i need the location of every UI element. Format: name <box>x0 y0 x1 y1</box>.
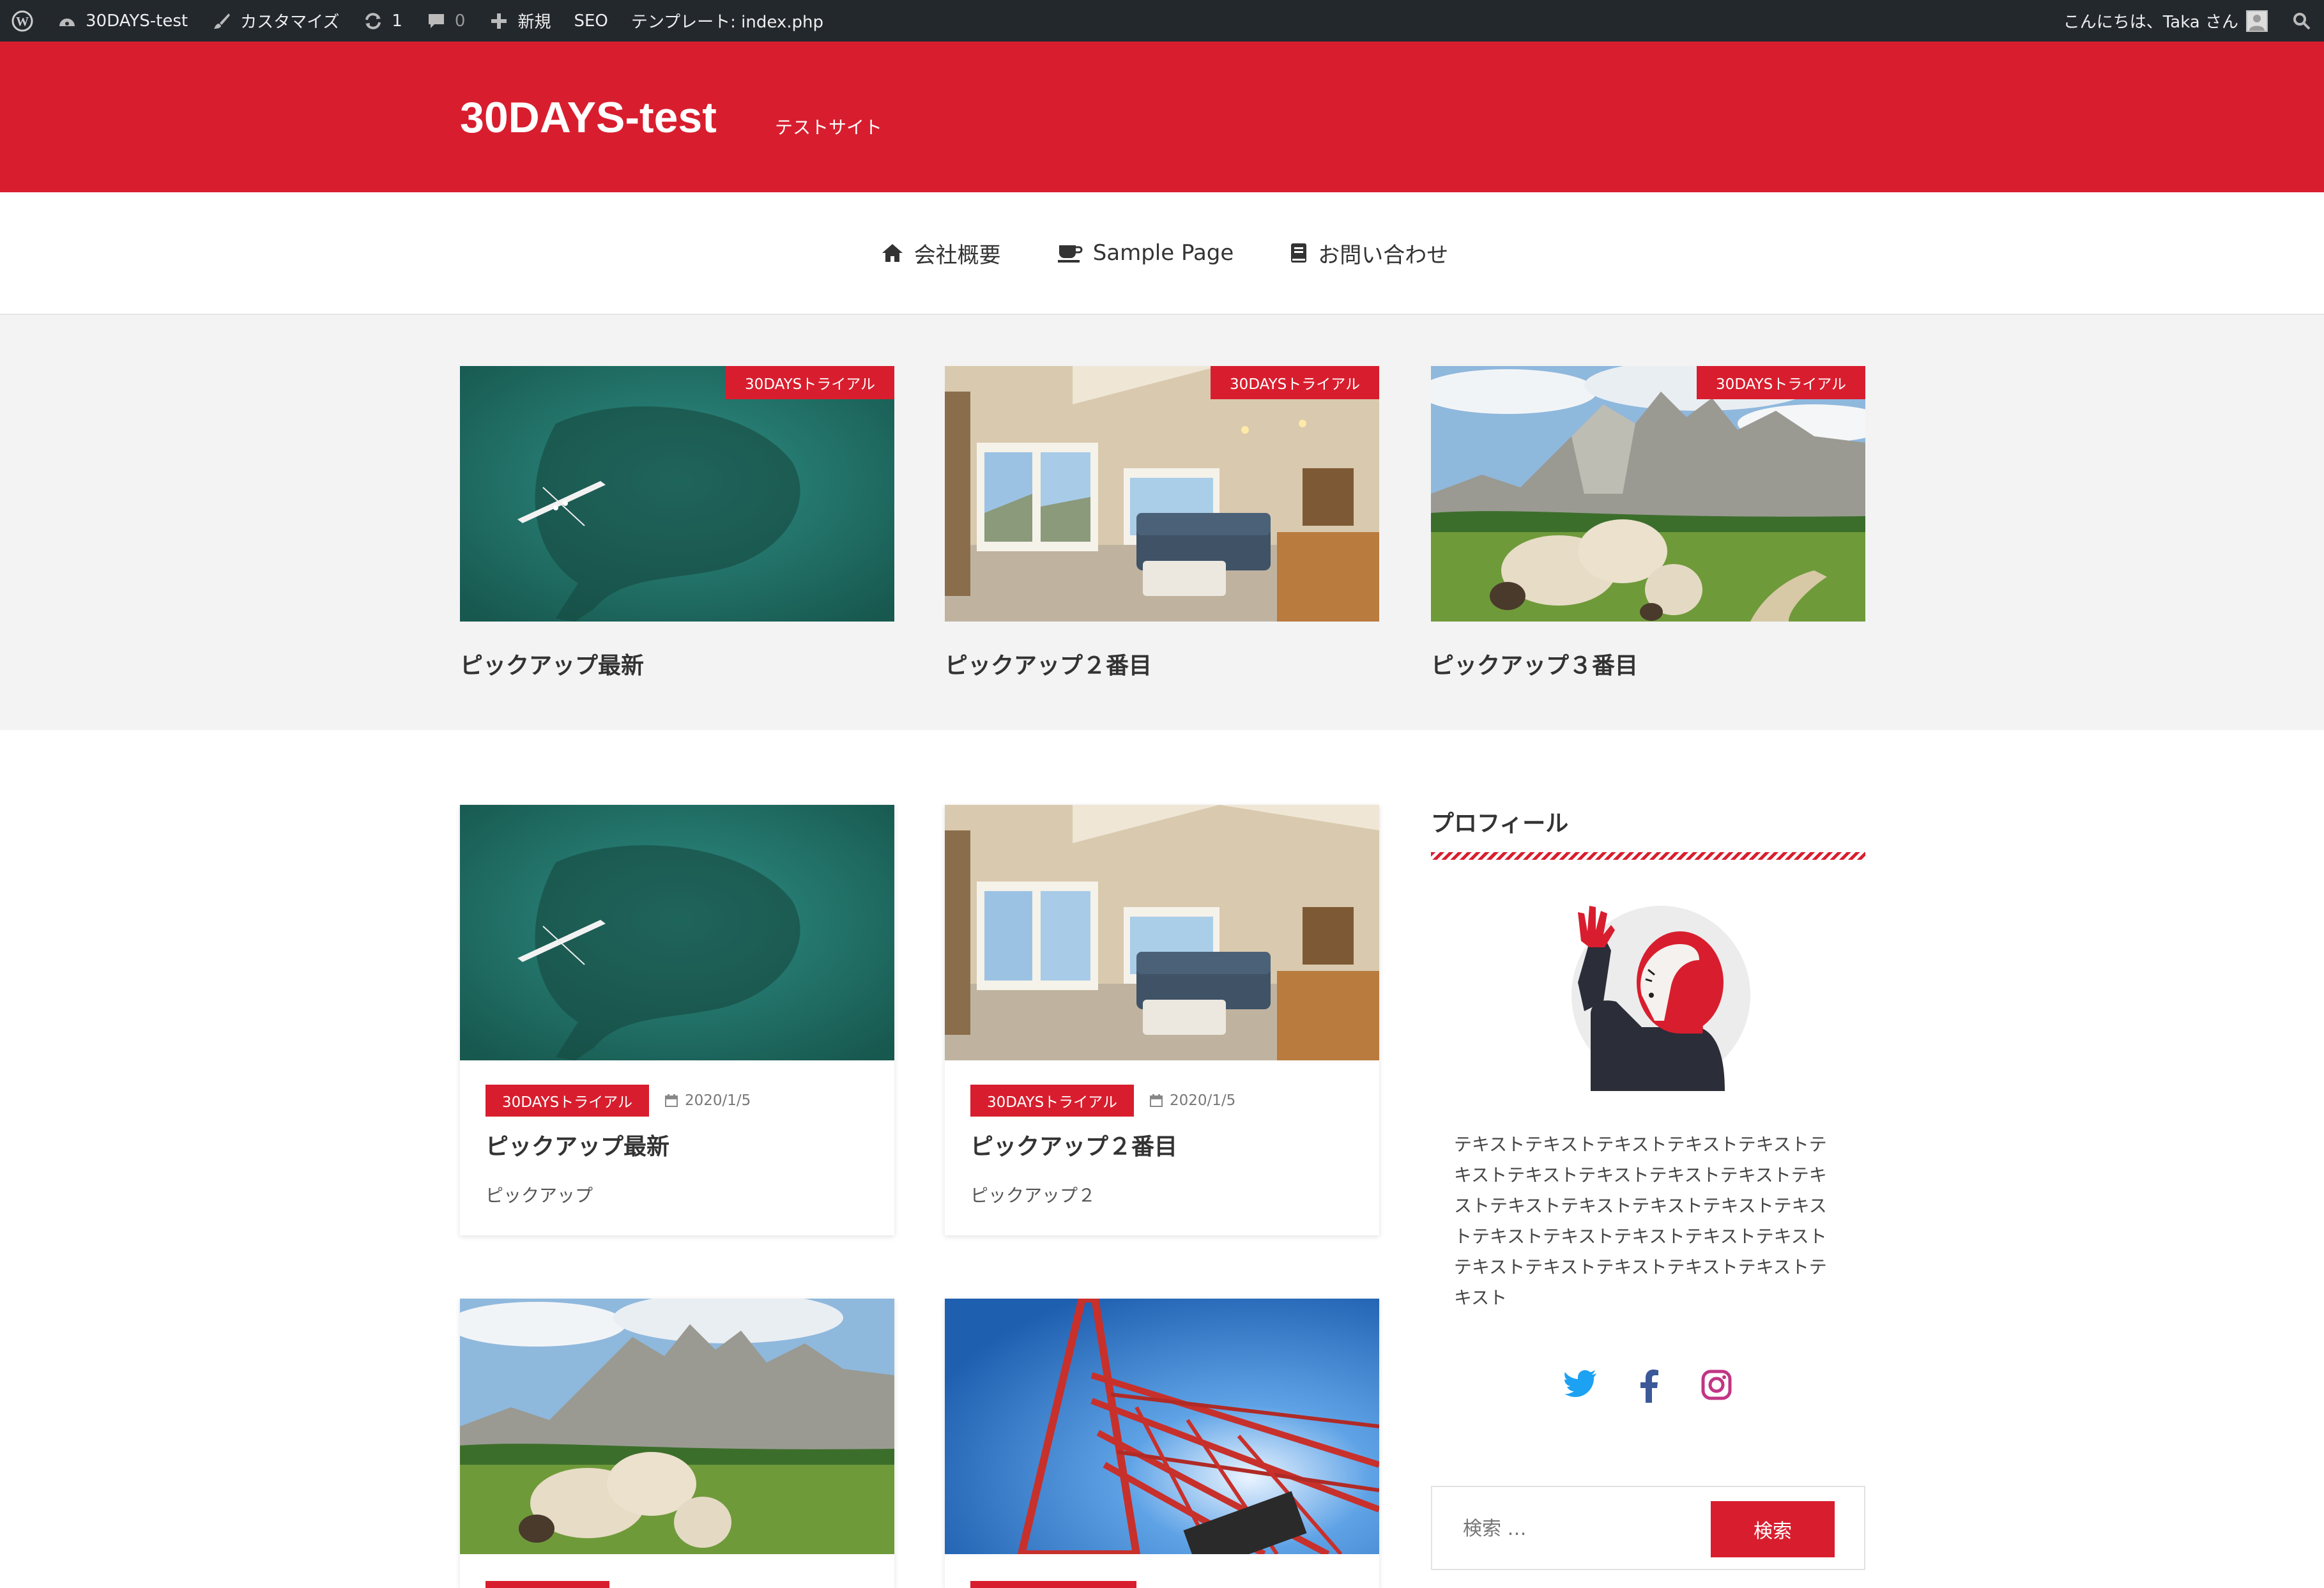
comments-link[interactable]: 0 <box>414 0 477 42</box>
nav-item-label: 会社概要 <box>914 242 1001 268</box>
whale-kayak-image: 30DAYSトライアル <box>460 366 894 622</box>
coffee-icon <box>1057 245 1083 263</box>
twitter-icon[interactable] <box>1564 1370 1598 1405</box>
svg-text:W: W <box>16 15 29 29</box>
pickup-item[interactable]: 30DAYSトライアル ピックアップ最新 <box>460 366 894 680</box>
home-icon <box>882 244 903 262</box>
pickup-title[interactable]: ピックアップ２番目 <box>945 647 1379 680</box>
refresh-icon <box>362 10 384 32</box>
admin-site-name[interactable]: 30DAYS-test <box>45 0 199 42</box>
facebook-icon[interactable] <box>1640 1370 1659 1405</box>
greeting-label: こんにちは、Taka さん <box>2063 13 2238 32</box>
calendar-icon <box>1149 1094 1163 1107</box>
wordpress-logo-icon: W <box>11 10 33 32</box>
customize-link[interactable]: カスタマイズ <box>199 0 351 42</box>
instagram-icon[interactable] <box>1701 1370 1732 1405</box>
sheep-mountains-image <box>460 1299 894 1554</box>
site-title[interactable]: 30DAYS-test <box>460 93 717 142</box>
category-badge[interactable] <box>485 1581 609 1588</box>
search-icon <box>2291 10 2313 32</box>
admin-site-name-label: 30DAYS-test <box>86 11 188 31</box>
profile-text: テキストテキストテキストテキストテキストテキストテキストテキストテキストテキスト… <box>1454 1134 1827 1308</box>
post-card[interactable]: 30DAYSトライアル 2020/1/5 ピックアップ２番目 ピックアップ２ <box>945 805 1379 1235</box>
post-card[interactable] <box>460 1299 894 1588</box>
living-room-image: 30DAYSトライアル <box>945 366 1379 622</box>
updates-link[interactable]: 1 <box>351 0 414 42</box>
post-meta: 30DAYSトライアル 2020/1/5 <box>460 1060 894 1117</box>
social-links <box>1431 1370 1865 1405</box>
category-badge[interactable] <box>970 1581 1136 1588</box>
site-tagline: テストサイト <box>775 117 883 138</box>
template-info[interactable]: テンプレート: index.php <box>620 0 835 42</box>
nav-item-sample-page[interactable]: Sample Page <box>1052 240 1234 266</box>
post-card[interactable] <box>945 1299 1379 1588</box>
avatar <box>2246 10 2268 32</box>
pickup-title[interactable]: ピックアップ最新 <box>460 647 894 680</box>
calendar-icon <box>664 1094 678 1107</box>
category-badge[interactable]: 30DAYSトライアル <box>485 1085 649 1117</box>
whale-kayak-image <box>460 805 894 1060</box>
living-room-image <box>945 805 1379 1060</box>
post-date: 2020/1/5 <box>664 1092 751 1109</box>
new-label: 新規 <box>517 13 551 32</box>
seo-link[interactable]: SEO <box>562 0 619 42</box>
category-badge[interactable]: 30DAYSトライアル <box>726 366 894 399</box>
search-input[interactable] <box>1449 1501 1717 1556</box>
nav-item-label: お問い合わせ <box>1318 242 1449 268</box>
post-title[interactable]: ピックアップ２番目 <box>945 1117 1379 1161</box>
admin-bar: W 30DAYS-test カスタマイズ 1 0 新規 SEO テンプレート: … <box>0 0 2324 42</box>
pickup-section: 30DAYSトライアル ピックアップ最新 30DAYSトライアル ピックアップ２… <box>0 315 2324 730</box>
post-card[interactable]: 30DAYSトライアル 2020/1/5 ピックアップ最新 ピックアップ <box>460 805 894 1235</box>
post-date-label: 2020/1/5 <box>1169 1092 1236 1109</box>
wordpress-menu[interactable]: W <box>0 0 45 42</box>
account-menu[interactable]: こんにちは、Taka さん <box>2052 0 2279 42</box>
profile-illustration <box>1533 899 1763 1091</box>
comments-count: 0 <box>454 11 466 31</box>
post-meta: 30DAYSトライアル 2020/1/5 <box>945 1060 1379 1117</box>
post-excerpt: ピックアップ <box>485 1185 593 1206</box>
sidebar: プロフィール テキストテキストテキストテキストテキストテキストテキストテキストテ… <box>1431 805 1865 1570</box>
post-date-label: 2020/1/5 <box>684 1092 751 1109</box>
pickup-item[interactable]: 30DAYSトライアル ピックアップ３番目 <box>1431 366 1865 680</box>
seo-label: SEO <box>574 11 608 31</box>
nav-item-contact[interactable]: お問い合わせ <box>1285 238 1448 269</box>
book-icon <box>1291 243 1307 263</box>
post-date: 2020/1/5 <box>1149 1092 1235 1109</box>
new-content-link[interactable]: 新規 <box>477 0 562 42</box>
site-header: 30DAYS-test テストサイト <box>0 42 2324 192</box>
nav-item-company[interactable]: 会社概要 <box>876 238 1001 269</box>
search-button[interactable]: 検索 <box>1711 1501 1835 1557</box>
profile-widget-title: プロフィール <box>1431 811 1569 837</box>
comment-icon <box>425 10 447 32</box>
main-nav: 会社概要 Sample Page お問い合わせ <box>0 192 2324 315</box>
plus-icon <box>488 10 510 32</box>
title-underline <box>1431 852 1865 860</box>
nav-item-label: Sample Page <box>1092 240 1234 266</box>
category-badge[interactable]: 30DAYSトライアル <box>1697 366 1865 399</box>
post-title[interactable]: ピックアップ最新 <box>460 1117 894 1161</box>
tokyo-tower-image <box>945 1299 1379 1554</box>
pickup-item[interactable]: 30DAYSトライアル ピックアップ２番目 <box>945 366 1379 680</box>
updates-count: 1 <box>392 11 402 31</box>
brush-icon <box>211 10 233 32</box>
category-badge[interactable]: 30DAYSトライアル <box>970 1085 1134 1117</box>
category-badge[interactable]: 30DAYSトライアル <box>1211 366 1379 399</box>
admin-search[interactable] <box>2279 0 2324 42</box>
sheep-mountains-image: 30DAYSトライアル <box>1431 366 1865 622</box>
post-excerpt: ピックアップ２ <box>970 1185 1096 1206</box>
search-widget: 検索 <box>1431 1486 1865 1570</box>
dashboard-icon <box>56 10 78 32</box>
pickup-title[interactable]: ピックアップ３番目 <box>1431 647 1865 680</box>
template-label: テンプレート: index.php <box>631 13 824 32</box>
customize-label: カスタマイズ <box>240 13 340 32</box>
